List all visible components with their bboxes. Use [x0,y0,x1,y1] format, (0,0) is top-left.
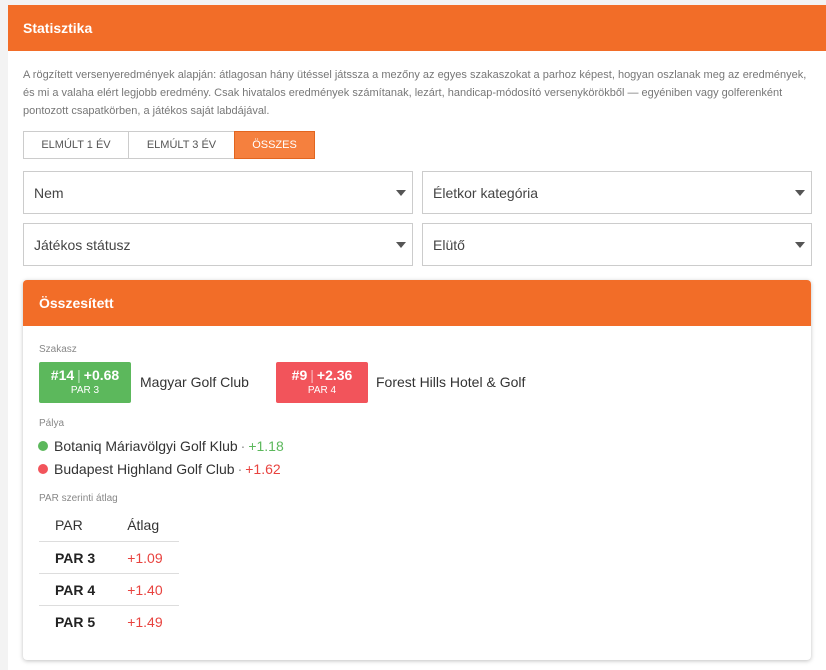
player-status-select-value: Játékos státusz [34,236,131,253]
period-3-years-button[interactable]: ELMÚLT 3 ÉV [128,131,235,159]
average-cell: +1.49 [111,605,179,637]
best-hole-badge: #14 | +0.68 PAR 3 [39,362,131,403]
table-header-row: PAR Átlag [39,509,179,542]
period-1-year-button[interactable]: ELMÚLT 1 ÉV [23,131,129,159]
age-category-select-value: Életkor kategória [433,184,539,201]
statistics-panel: Statisztika A rögzített versenyeredménye… [8,5,826,670]
par-cell: PAR 5 [39,605,112,637]
red-dot-icon [38,464,48,474]
column-header-par: PAR [55,517,83,533]
worst-hole-badge: #9 | +2.36 PAR 4 [276,362,368,403]
badge-separator: | [77,367,81,383]
green-dot-icon [38,441,48,451]
period-selector: ELMÚLT 1 ÉV ELMÚLT 3 ÉV ÖSSZES [23,131,315,159]
best-hole-rank: #14 [50,367,75,383]
worst-hole-diff: +2.36 [316,367,353,383]
best-course-row: Botaniq Máriavölgyi Golf Klub · +1.18 [38,438,284,454]
worst-course-row: Budapest Highland Golf Club · +1.62 [38,461,281,477]
course-section-label: Pálya [39,418,65,429]
panel-description: A rögzített versenyeredmények alapján: á… [23,69,807,117]
tee-select[interactable]: Elütő [422,223,812,266]
chevron-down-icon [396,190,406,196]
age-category-select[interactable]: Életkor kategória [422,171,812,214]
summary-title: Összesített [23,280,811,326]
table-row: PAR 3 +1.09 [39,541,179,574]
chevron-down-icon [795,242,805,248]
par-cell: PAR 3 [39,541,112,574]
chevron-down-icon [396,242,406,248]
badge-separator: | [310,367,314,383]
table-row: PAR 4 +1.40 [39,573,179,606]
worst-hole-club: Forest Hills Hotel & Golf [376,374,526,390]
best-course-name: Botaniq Máriavölgyi Golf Klub [54,438,238,454]
best-hole-club: Magyar Golf Club [140,374,249,390]
summary-card: Összesített Szakasz #14 | +0.68 PAR 3 Magy… [23,280,811,660]
worst-hole-par: PAR 4 [307,385,337,396]
player-status-select[interactable]: Játékos státusz [23,223,413,266]
hole-section-label: Szakasz [39,344,77,355]
par-section-label: PAR szerinti átlag [39,493,118,504]
separator-dot: · [240,438,246,454]
worst-course-value: +1.62 [245,461,281,477]
worst-course-name: Budapest Highland Golf Club [54,461,235,477]
par-cell: PAR 4 [39,573,112,606]
column-header-average: Átlag [127,517,160,533]
best-hole-diff: +0.68 [83,367,120,383]
par-average-table: PAR Átlag PAR 3 +1.09 PAR 4 +1.40 PAR 5 … [39,509,179,637]
chevron-down-icon [795,190,805,196]
best-course-value: +1.18 [248,438,284,454]
period-all-button[interactable]: ÖSSZES [234,131,315,159]
gender-select-value: Nem [34,184,64,201]
gender-select[interactable]: Nem [23,171,413,214]
separator-dot: · [237,461,243,477]
average-cell: +1.09 [111,541,179,574]
average-cell: +1.40 [111,573,179,606]
best-hole-par: PAR 3 [70,385,100,396]
worst-hole-rank: #9 [291,367,308,383]
tee-select-value: Elütő [433,236,465,253]
panel-title: Statisztika [8,5,826,51]
table-row: PAR 5 +1.49 [39,605,179,637]
